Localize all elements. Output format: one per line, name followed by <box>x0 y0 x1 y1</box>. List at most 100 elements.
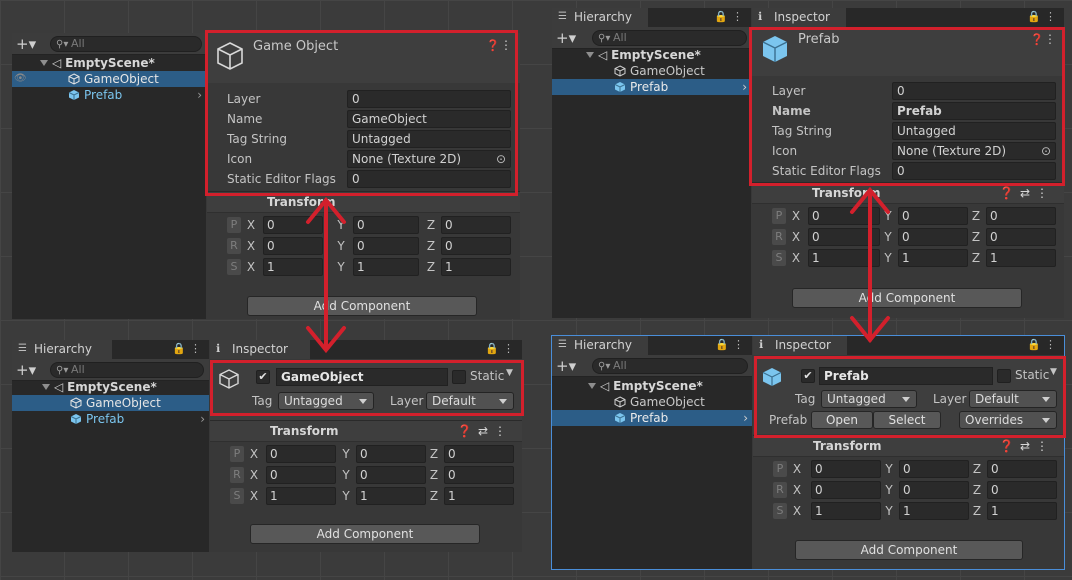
chevron-right-icon[interactable]: › <box>200 411 205 427</box>
create-menu-button[interactable]: +▾ <box>556 357 576 375</box>
hierarchy-item-prefab[interactable]: Prefab › <box>552 79 751 95</box>
rotation-z-field[interactable]: 0 <box>987 481 1057 499</box>
rotation-x-field[interactable]: 0 <box>263 237 323 255</box>
position-lock-button[interactable]: P <box>227 217 241 233</box>
rotation-z-field[interactable]: 0 <box>986 228 1056 246</box>
scale-lock-button[interactable]: S <box>772 250 786 266</box>
scale-x-field[interactable]: 1 <box>263 258 323 276</box>
position-lock-button[interactable]: P <box>773 461 787 477</box>
hierarchy-tab[interactable]: ☰ Hierarchy <box>552 336 648 355</box>
create-menu-button[interactable]: +▾ <box>556 29 576 47</box>
eye-icon[interactable]: 👁 <box>14 71 27 87</box>
scale-x-field[interactable]: 1 <box>811 502 881 520</box>
rotation-lock-button[interactable]: R <box>227 238 241 254</box>
inspector-tab[interactable]: ℹ Inspector <box>210 340 310 359</box>
hierarchy-item-prefab[interactable]: Prefab › <box>552 410 752 426</box>
scale-y-field[interactable]: 1 <box>353 258 419 276</box>
position-z-field[interactable]: 0 <box>441 216 511 234</box>
position-x-field[interactable]: 0 <box>266 445 336 463</box>
scale-z-field[interactable]: 1 <box>987 502 1057 520</box>
scene-row[interactable]: ◁ EmptyScene* <box>552 378 752 394</box>
position-z-field[interactable]: 0 <box>987 460 1057 478</box>
position-y-field[interactable]: 0 <box>898 207 968 225</box>
rotation-y-field[interactable]: 0 <box>898 228 968 246</box>
rotation-z-field[interactable]: 0 <box>444 466 514 484</box>
scale-z-field[interactable]: 1 <box>441 258 511 276</box>
inspector-tab[interactable]: ℹ Inspector <box>752 8 846 27</box>
scene-row[interactable]: ◁ EmptyScene* <box>552 47 751 63</box>
scene-row[interactable]: ◁ EmptyScene* <box>12 55 206 71</box>
scale-z-field[interactable]: 1 <box>444 487 514 505</box>
scale-y-field[interactable]: 1 <box>899 502 969 520</box>
expand-icon[interactable] <box>586 52 594 58</box>
add-component-button[interactable]: Add Component <box>792 288 1022 308</box>
scale-x-field[interactable]: 1 <box>808 249 880 267</box>
transform-settings-icons[interactable]: ❓⇄⋮ <box>457 421 512 441</box>
hierarchy-search-input[interactable]: ⚲▾ All <box>50 362 204 378</box>
chevron-right-icon[interactable]: › <box>197 87 202 103</box>
scale-z-field[interactable]: 1 <box>986 249 1056 267</box>
chevron-right-icon[interactable]: › <box>743 410 748 426</box>
rotation-x-field[interactable]: 0 <box>811 481 881 499</box>
create-menu-button[interactable]: +▾ <box>16 361 36 379</box>
rotation-y-field[interactable]: 0 <box>353 237 419 255</box>
lock-and-menu-icon[interactable]: 🔒⋮ <box>1027 10 1060 23</box>
search-icon: ⚲▾ <box>598 361 611 372</box>
rotation-lock-button[interactable]: R <box>772 229 786 245</box>
rotation-y-field[interactable]: 0 <box>899 481 969 499</box>
add-component-button[interactable]: Add Component <box>250 524 480 544</box>
y-axis-label: Y <box>884 209 892 223</box>
transform-settings-icons[interactable]: ❓⇄⋮ <box>999 436 1054 456</box>
hierarchy-tab[interactable]: ☰ Hierarchy <box>552 8 648 27</box>
position-y-field[interactable]: 0 <box>353 216 419 234</box>
hierarchy-item-gameobject[interactable]: GameObject <box>12 395 209 411</box>
position-z-field[interactable]: 0 <box>444 445 514 463</box>
hierarchy-item-gameobject[interactable]: GameObject <box>552 63 751 79</box>
lock-and-menu-icon[interactable]: 🔒⋮ <box>485 342 518 355</box>
lock-and-menu-icon[interactable]: 🔒⋮ <box>715 338 748 351</box>
scale-lock-button[interactable]: S <box>773 503 787 519</box>
scale-x-field[interactable]: 1 <box>266 487 336 505</box>
add-component-button[interactable]: Add Component <box>247 296 477 316</box>
inspector-tab[interactable]: ℹ Inspector <box>753 336 847 355</box>
transform-header[interactable]: Transform ❓⇄⋮ <box>753 435 1064 457</box>
expand-icon[interactable] <box>588 383 596 389</box>
hierarchy-tab[interactable]: ☰ Hierarchy <box>12 340 112 359</box>
rotation-y-field[interactable]: 0 <box>356 466 426 484</box>
scene-row[interactable]: ◁ EmptyScene* <box>12 379 209 395</box>
rotation-x-field[interactable]: 0 <box>266 466 336 484</box>
position-x-field[interactable]: 0 <box>263 216 323 234</box>
transform-settings-icons[interactable]: ❓⇄⋮ <box>999 183 1054 203</box>
create-menu-button[interactable]: +▾ <box>16 35 36 53</box>
transform-header[interactable]: Transform ❓⇄⋮ <box>210 420 522 442</box>
hierarchy-item-prefab[interactable]: Prefab › <box>12 87 206 103</box>
chevron-right-icon[interactable]: › <box>742 79 747 95</box>
position-z-field[interactable]: 0 <box>986 207 1056 225</box>
position-x-field[interactable]: 0 <box>811 460 881 478</box>
position-x-field[interactable]: 0 <box>808 207 880 225</box>
position-lock-button[interactable]: P <box>772 208 786 224</box>
lock-and-menu-icon[interactable]: 🔒⋮ <box>172 342 205 355</box>
scale-y-field[interactable]: 1 <box>356 487 426 505</box>
hierarchy-item-gameobject[interactable]: 👁 GameObject <box>12 71 206 87</box>
expand-icon[interactable] <box>40 60 48 66</box>
rotation-lock-button[interactable]: R <box>230 467 244 483</box>
scale-lock-button[interactable]: S <box>230 488 244 504</box>
position-lock-button[interactable]: P <box>230 446 244 462</box>
hierarchy-search-input[interactable]: ⚲▾ All <box>592 30 747 46</box>
lock-and-menu-icon[interactable]: 🔒⋮ <box>714 10 747 23</box>
rotation-x-field[interactable]: 0 <box>808 228 880 246</box>
rotation-lock-button[interactable]: R <box>773 482 787 498</box>
hierarchy-item-gameobject[interactable]: GameObject <box>552 394 752 410</box>
hierarchy-item-prefab[interactable]: Prefab › <box>12 411 209 427</box>
rotation-z-field[interactable]: 0 <box>441 237 511 255</box>
hierarchy-search-input[interactable]: ⚲▾ All <box>592 358 748 374</box>
lock-and-menu-icon[interactable]: 🔒⋮ <box>1027 338 1060 351</box>
position-y-field[interactable]: 0 <box>899 460 969 478</box>
position-y-field[interactable]: 0 <box>356 445 426 463</box>
add-component-button[interactable]: Add Component <box>795 540 1023 560</box>
scale-y-field[interactable]: 1 <box>898 249 968 267</box>
scale-lock-button[interactable]: S <box>227 259 241 275</box>
hierarchy-search-input[interactable]: ⚲▾ All <box>50 36 202 52</box>
expand-icon[interactable] <box>42 384 50 390</box>
